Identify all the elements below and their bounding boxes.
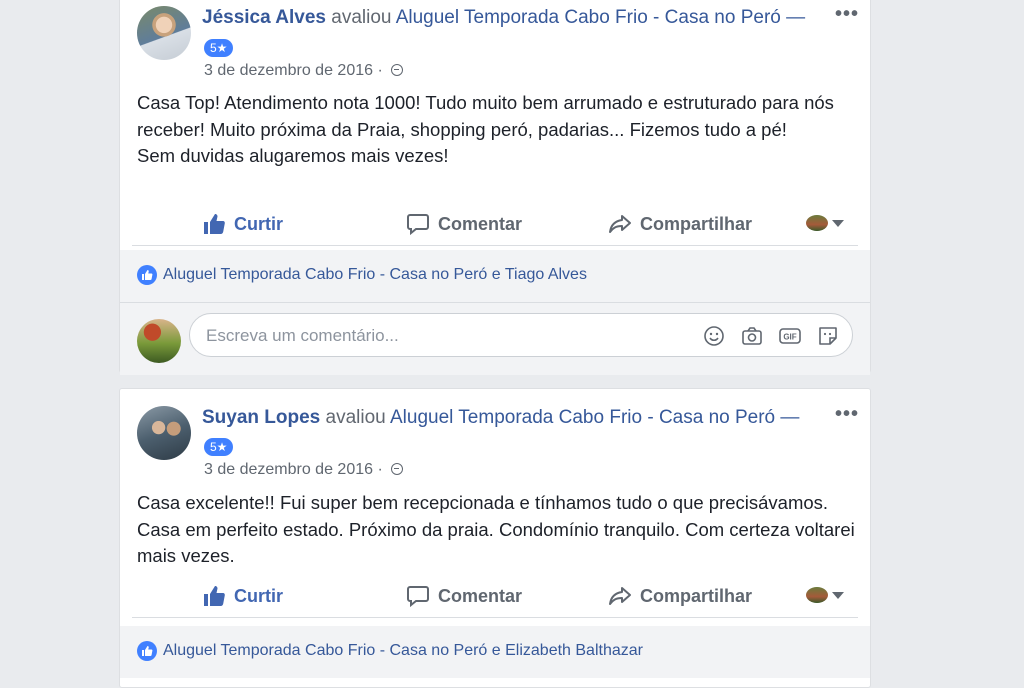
review-verb: avaliou (325, 407, 386, 428)
likes-names[interactable]: Aluguel Temporada Cabo Frio - Casa no Pe… (163, 266, 587, 284)
comment-composer: Escreva um comentário... GIF (120, 302, 870, 375)
likes-summary: Aluguel Temporada Cabo Frio - Casa no Pe… (120, 250, 870, 302)
comment-button[interactable]: Comentar (406, 584, 522, 608)
chevron-down-icon (832, 219, 844, 227)
post-meta: 3 de dezembro de 2016 · (204, 62, 404, 80)
review-paragraph: Sem duvidas alugaremos mais vezes! (137, 145, 449, 166)
like-label: Curtir (234, 585, 283, 606)
comment-input[interactable]: Escreva um comentário... GIF (189, 313, 853, 357)
share-label: Compartilhar (640, 213, 753, 234)
review-paragraph: Casa excelente!! Fui super bem recepcion… (137, 492, 855, 566)
likes-row: Aluguel Temporada Cabo Frio - Casa no Pe… (137, 641, 643, 661)
speech-bubble-icon (407, 586, 429, 608)
review-verb: avaliou (331, 7, 392, 28)
review-post: Jéssica Alves avaliou Aluguel Temporada … (119, 0, 871, 375)
viewer-avatar (137, 319, 181, 363)
camera-icon[interactable] (740, 324, 764, 348)
post-meta: 3 de dezembro de 2016 · (204, 461, 404, 479)
author-avatar[interactable] (137, 406, 191, 460)
like-button[interactable]: Curtir (202, 212, 283, 236)
thumbs-up-icon (204, 586, 225, 606)
post-date[interactable]: 3 de dezembro de 2016 · (204, 461, 383, 478)
action-bar: Curtir Comentar Compartilhar (132, 203, 858, 246)
author-name[interactable]: Suyan Lopes (202, 407, 320, 428)
comment-button[interactable]: Comentar (406, 212, 522, 236)
rating-badge: 5★ (204, 39, 234, 57)
globe-icon[interactable] (391, 64, 404, 76)
share-arrow-icon (609, 215, 631, 233)
rating-badge: 5★ (204, 438, 234, 456)
share-arrow-icon (609, 587, 631, 605)
likes-row: Aluguel Temporada Cabo Frio - Casa no Pe… (137, 265, 587, 285)
share-button[interactable]: Compartilhar (608, 584, 752, 608)
review-post: Suyan Lopes avaliou Aluguel Temporada Ca… (119, 388, 871, 688)
review-text: Casa Top! Atendimento nota 1000! Tudo mu… (137, 90, 856, 170)
smiley-icon[interactable] (702, 324, 726, 348)
like-label: Curtir (234, 213, 283, 234)
page-avatar (806, 587, 828, 603)
page-link[interactable]: Aluguel Temporada Cabo Frio - Casa no Pe… (396, 7, 805, 28)
globe-icon[interactable] (391, 463, 404, 475)
more-options-icon[interactable]: ••• (835, 403, 859, 426)
author-avatar[interactable] (137, 6, 191, 60)
like-reaction-icon (137, 641, 157, 661)
share-button[interactable]: Compartilhar (608, 212, 752, 236)
post-as-selector[interactable] (806, 587, 844, 603)
action-bar: Curtir Comentar Compartilhar (132, 575, 858, 618)
comment-tools: GIF (702, 324, 840, 348)
share-label: Compartilhar (640, 585, 753, 606)
post-header: Suyan Lopes avaliou Aluguel Temporada Ca… (202, 407, 799, 429)
speech-bubble-icon (407, 214, 429, 236)
post-header: Jéssica Alves avaliou Aluguel Temporada … (202, 7, 805, 29)
page-avatar (806, 215, 828, 231)
gif-icon[interactable]: GIF (778, 324, 802, 348)
sticker-icon[interactable] (816, 324, 840, 348)
likes-names[interactable]: Aluguel Temporada Cabo Frio - Casa no Pe… (163, 642, 643, 660)
review-paragraph: Casa Top! Atendimento nota 1000! Tudo mu… (137, 92, 834, 140)
svg-text:GIF: GIF (783, 333, 796, 342)
like-reaction-icon (137, 265, 157, 285)
review-text: Casa excelente!! Fui super bem recepcion… (137, 490, 856, 570)
likes-summary: Aluguel Temporada Cabo Frio - Casa no Pe… (120, 626, 870, 678)
comment-label: Comentar (438, 213, 523, 234)
post-as-selector[interactable] (806, 215, 844, 231)
like-button[interactable]: Curtir (202, 584, 283, 608)
author-name[interactable]: Jéssica Alves (202, 7, 326, 28)
thumbs-up-icon (204, 214, 225, 234)
page-link[interactable]: Aluguel Temporada Cabo Frio - Casa no Pe… (390, 407, 799, 428)
post-date[interactable]: 3 de dezembro de 2016 · (204, 62, 383, 79)
chevron-down-icon (832, 591, 844, 599)
comment-placeholder: Escreva um comentário... (206, 326, 399, 345)
more-options-icon[interactable]: ••• (835, 3, 859, 26)
comment-label: Comentar (438, 585, 523, 606)
